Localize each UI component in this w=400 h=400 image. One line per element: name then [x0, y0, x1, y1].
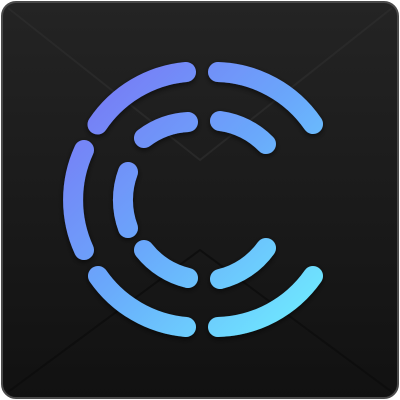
- icon-background: [1, 1, 399, 399]
- inner-arc-left: [112, 162, 138, 238]
- outer-arc-left: [63, 140, 94, 260]
- logo-graphic: [1, 1, 399, 399]
- app-logo-icon: [0, 0, 400, 400]
